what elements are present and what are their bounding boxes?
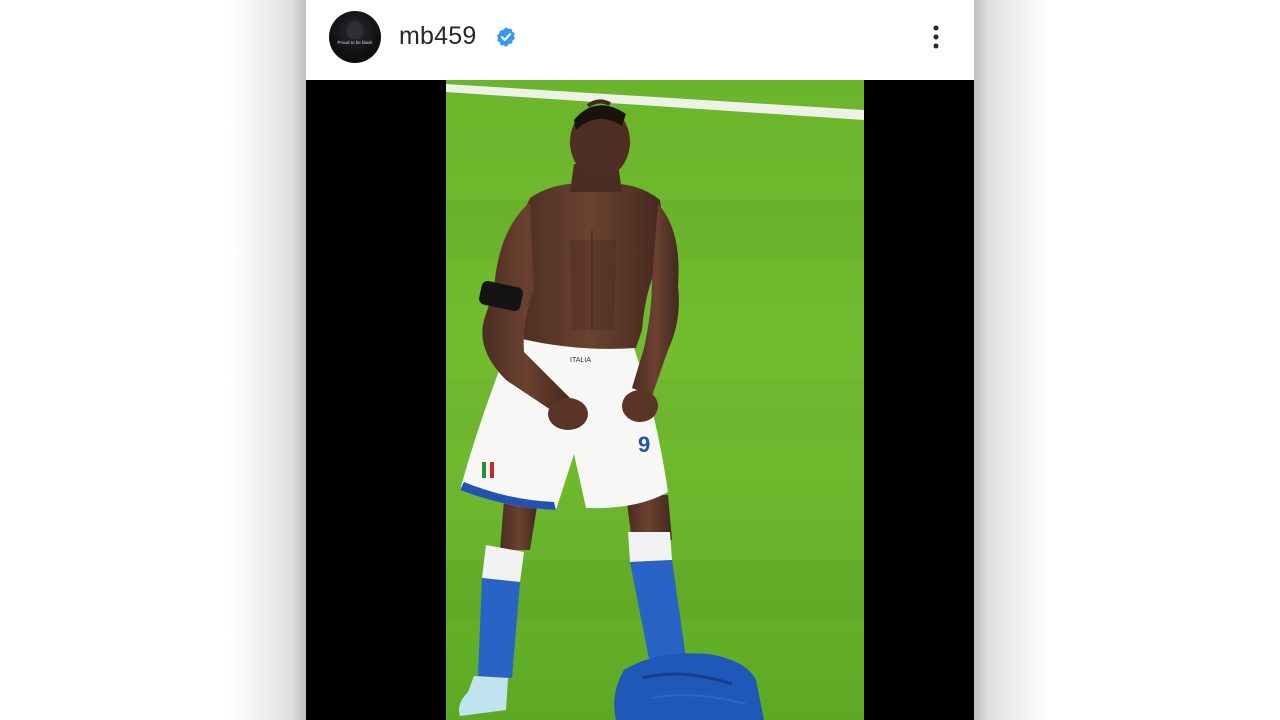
left-shadow bbox=[230, 0, 306, 720]
avatar-figure bbox=[347, 21, 363, 39]
avatar-caption: Proud to be black bbox=[337, 40, 373, 45]
shorts-number: 9 bbox=[638, 432, 650, 457]
football-player-photo: ITALIA 9 bbox=[446, 80, 864, 720]
instagram-post: Proud to be black mb459 ITALIA 9 bbox=[306, 0, 974, 720]
shorts-text: ITALIA bbox=[570, 357, 591, 364]
more-vertical-icon[interactable] bbox=[924, 20, 948, 54]
profile-avatar[interactable]: Proud to be black bbox=[329, 11, 381, 63]
username-link[interactable]: mb459 bbox=[399, 20, 476, 52]
right-shadow bbox=[974, 0, 1050, 720]
post-header: Proud to be black mb459 bbox=[306, 0, 974, 80]
post-photo: ITALIA 9 bbox=[446, 80, 864, 720]
verified-badge-icon bbox=[497, 27, 515, 47]
post-media[interactable]: ITALIA 9 bbox=[306, 80, 974, 720]
screen: Proud to be black mb459 ITALIA 9 bbox=[0, 0, 1280, 720]
